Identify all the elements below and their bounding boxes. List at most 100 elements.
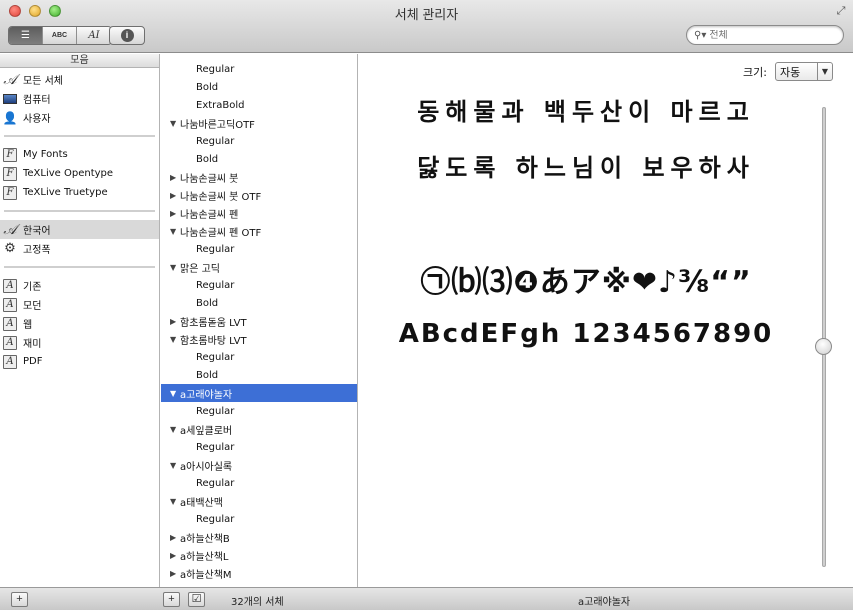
font-face-row[interactable]: Regular	[161, 438, 357, 456]
info-icon: i	[120, 29, 134, 42]
font-family-row[interactable]: ▶ 나눔손글씨 펜	[161, 204, 357, 222]
custom-view-button[interactable]: AI	[77, 27, 111, 44]
disclosure-expanded-icon[interactable]: ▼	[170, 227, 180, 236]
disclosure-collapsed-icon[interactable]: ▶	[170, 191, 180, 200]
sidebar-item-fixed-width[interactable]: ⚙ 고정폭	[0, 239, 159, 258]
font-face-row[interactable]: Regular	[161, 240, 357, 258]
custom-view-icon: AI	[88, 30, 100, 41]
font-family-row[interactable]: ▼ a세잎클로버	[161, 420, 357, 438]
disclosure-expanded-icon[interactable]: ▼	[170, 425, 180, 434]
font-preview-pane: 크기: 자동 ▼ 동해물과 백두산이 마르고 닳도록 하느님이 보우하사 ㉠⒝⑶…	[359, 54, 853, 587]
font-row-label: 나눔손글씨 붓	[180, 173, 239, 185]
sample-view-icon: ABC	[51, 32, 68, 39]
font-family-row[interactable]: ▼ 나눔손글씨 펜 OTF	[161, 222, 357, 240]
add-font-button[interactable]: +	[163, 592, 180, 607]
font-family-row[interactable]: ▼ a고래야놀자	[161, 384, 357, 402]
size-slider-knob[interactable]	[815, 337, 832, 355]
font-family-row[interactable]: ▼ 함초롬바탕 LVT	[161, 330, 357, 348]
font-row-label: Bold	[196, 153, 219, 165]
sidebar-item-user[interactable]: 👤 사용자	[0, 108, 159, 127]
sidebar-item-web[interactable]: A 웹	[0, 314, 159, 333]
font-row-label: Regular	[196, 63, 235, 75]
font-family-row[interactable]: ▶ a하늘산책M	[161, 564, 357, 582]
font-list-rows: Regular Bold ExtraBold ▼ 나눔바른고딕OTF Regular Bol…	[161, 60, 357, 582]
sidebar-item-texlive-truetype[interactable]: F TeXLive Truetype	[0, 183, 159, 202]
disclosure-collapsed-icon[interactable]: ▶	[170, 569, 180, 578]
sidebar-item-texlive-opentype[interactable]: F TeXLive Opentype	[0, 164, 159, 183]
font-face-row[interactable]: ExtraBold	[161, 96, 357, 114]
sidebar-item-label: 모든 서체	[23, 76, 63, 87]
sidebar-item-all-fonts[interactable]: 𝒜 모든 서체	[0, 70, 159, 89]
font-face-row[interactable]: Regular	[161, 402, 357, 420]
disclosure-collapsed-icon[interactable]: ▶	[170, 209, 180, 218]
font-family-row[interactable]: ▶ a하늘산책L	[161, 546, 357, 564]
sidebar-item-label: 한국어	[23, 226, 51, 237]
font-row-label: a하늘산책M	[180, 569, 232, 581]
toolbar: 서체 관리자 ⤢ ☰ ABC AI i ⚲▾	[0, 0, 853, 53]
font-face-row[interactable]: Bold	[161, 78, 357, 96]
font-info-button[interactable]: i	[109, 26, 145, 45]
font-face-row[interactable]: Regular	[161, 474, 357, 492]
size-popup-button[interactable]: 자동 ▼	[775, 62, 833, 81]
fullscreen-icon[interactable]: ⤢	[835, 5, 847, 17]
search-icon: ⚲▾	[694, 29, 707, 41]
list-view-button[interactable]: ☰	[9, 27, 43, 44]
font-family-row[interactable]: ▼ a아시아실록	[161, 456, 357, 474]
font-family-row[interactable]: ▼ 맑은 고딕	[161, 258, 357, 276]
disclosure-expanded-icon[interactable]: ▼	[170, 389, 180, 398]
font-face-row[interactable]: Bold	[161, 294, 357, 312]
sidebar-divider	[4, 266, 155, 268]
sidebar-item-modern[interactable]: A 모던	[0, 295, 159, 314]
disclosure-expanded-icon[interactable]: ▼	[170, 119, 180, 128]
disclosure-collapsed-icon[interactable]: ▶	[170, 551, 180, 560]
disclosure-expanded-icon[interactable]: ▼	[170, 497, 180, 506]
disclosure-collapsed-icon[interactable]: ▶	[170, 173, 180, 182]
font-family-row[interactable]: ▼ a태백산맥	[161, 492, 357, 510]
font-family-row[interactable]: ▶ 나눔손글씨 붓 OTF	[161, 186, 357, 204]
enable-font-checkbox[interactable]: ☑	[188, 592, 205, 607]
sidebar-item-pdf[interactable]: A PDF	[0, 352, 159, 371]
disclosure-expanded-icon[interactable]: ▼	[170, 461, 180, 470]
search-input[interactable]	[709, 29, 830, 41]
font-row-label: 맑은 고딕	[180, 263, 220, 275]
sidebar-item-fun[interactable]: A 재미	[0, 333, 159, 352]
font-face-row[interactable]: Bold	[161, 150, 357, 168]
font-row-label: Regular	[196, 135, 235, 147]
plus-icon: +	[16, 593, 23, 605]
sidebar-item-traditional[interactable]: A 기존	[0, 276, 159, 295]
user-icon: 👤	[2, 110, 18, 125]
sidebar-item-korean[interactable]: 𝒜 한국어	[0, 220, 159, 239]
font-face-row[interactable]: Regular	[161, 132, 357, 150]
collection-group-system: 𝒜 모든 서체 컴퓨터 👤 사용자	[0, 70, 159, 127]
view-mode-control: ☰ ABC AI	[8, 26, 112, 45]
computer-icon	[3, 92, 17, 106]
collection-icon: A	[3, 354, 17, 369]
sidebar-item-my-fonts[interactable]: F My Fonts	[0, 145, 159, 164]
search-field[interactable]: ⚲▾	[686, 25, 844, 45]
sidebar-item-label: 기존	[23, 282, 42, 293]
disclosure-expanded-icon[interactable]: ▼	[170, 263, 180, 272]
language-collection-icon: 𝒜	[3, 221, 17, 238]
font-book-icon: F	[3, 185, 17, 200]
font-family-row[interactable]: ▶ 함초롬돋움 LVT	[161, 312, 357, 330]
font-face-row[interactable]: Regular	[161, 510, 357, 528]
font-family-row[interactable]: ▶ 나눔손글씨 붓	[161, 168, 357, 186]
sidebar-item-label: 모던	[23, 301, 42, 312]
add-collection-button[interactable]: +	[11, 592, 28, 607]
sample-view-button[interactable]: ABC	[43, 27, 77, 44]
font-family-row[interactable]: ▼ 나눔바른고딕OTF	[161, 114, 357, 132]
font-face-row[interactable]: Regular	[161, 60, 357, 78]
font-row-label: Regular	[196, 441, 235, 453]
font-family-row[interactable]: ▶ a하늘산책B	[161, 528, 357, 546]
size-control: 크기: 자동 ▼	[743, 62, 833, 81]
disclosure-expanded-icon[interactable]: ▼	[170, 335, 180, 344]
disclosure-collapsed-icon[interactable]: ▶	[170, 317, 180, 326]
font-row-label: Regular	[196, 513, 235, 525]
font-face-row[interactable]: Regular	[161, 348, 357, 366]
status-bar: + + ☑ 32개의 서체 a고래야놀자	[0, 587, 853, 610]
font-face-row[interactable]: Bold	[161, 366, 357, 384]
font-face-row[interactable]: Regular	[161, 276, 357, 294]
font-list[interactable]: Regular Bold ExtraBold ▼ 나눔바른고딕OTF Regular Bol…	[161, 54, 358, 587]
disclosure-collapsed-icon[interactable]: ▶	[170, 533, 180, 542]
sidebar-item-computer[interactable]: 컴퓨터	[0, 89, 159, 108]
